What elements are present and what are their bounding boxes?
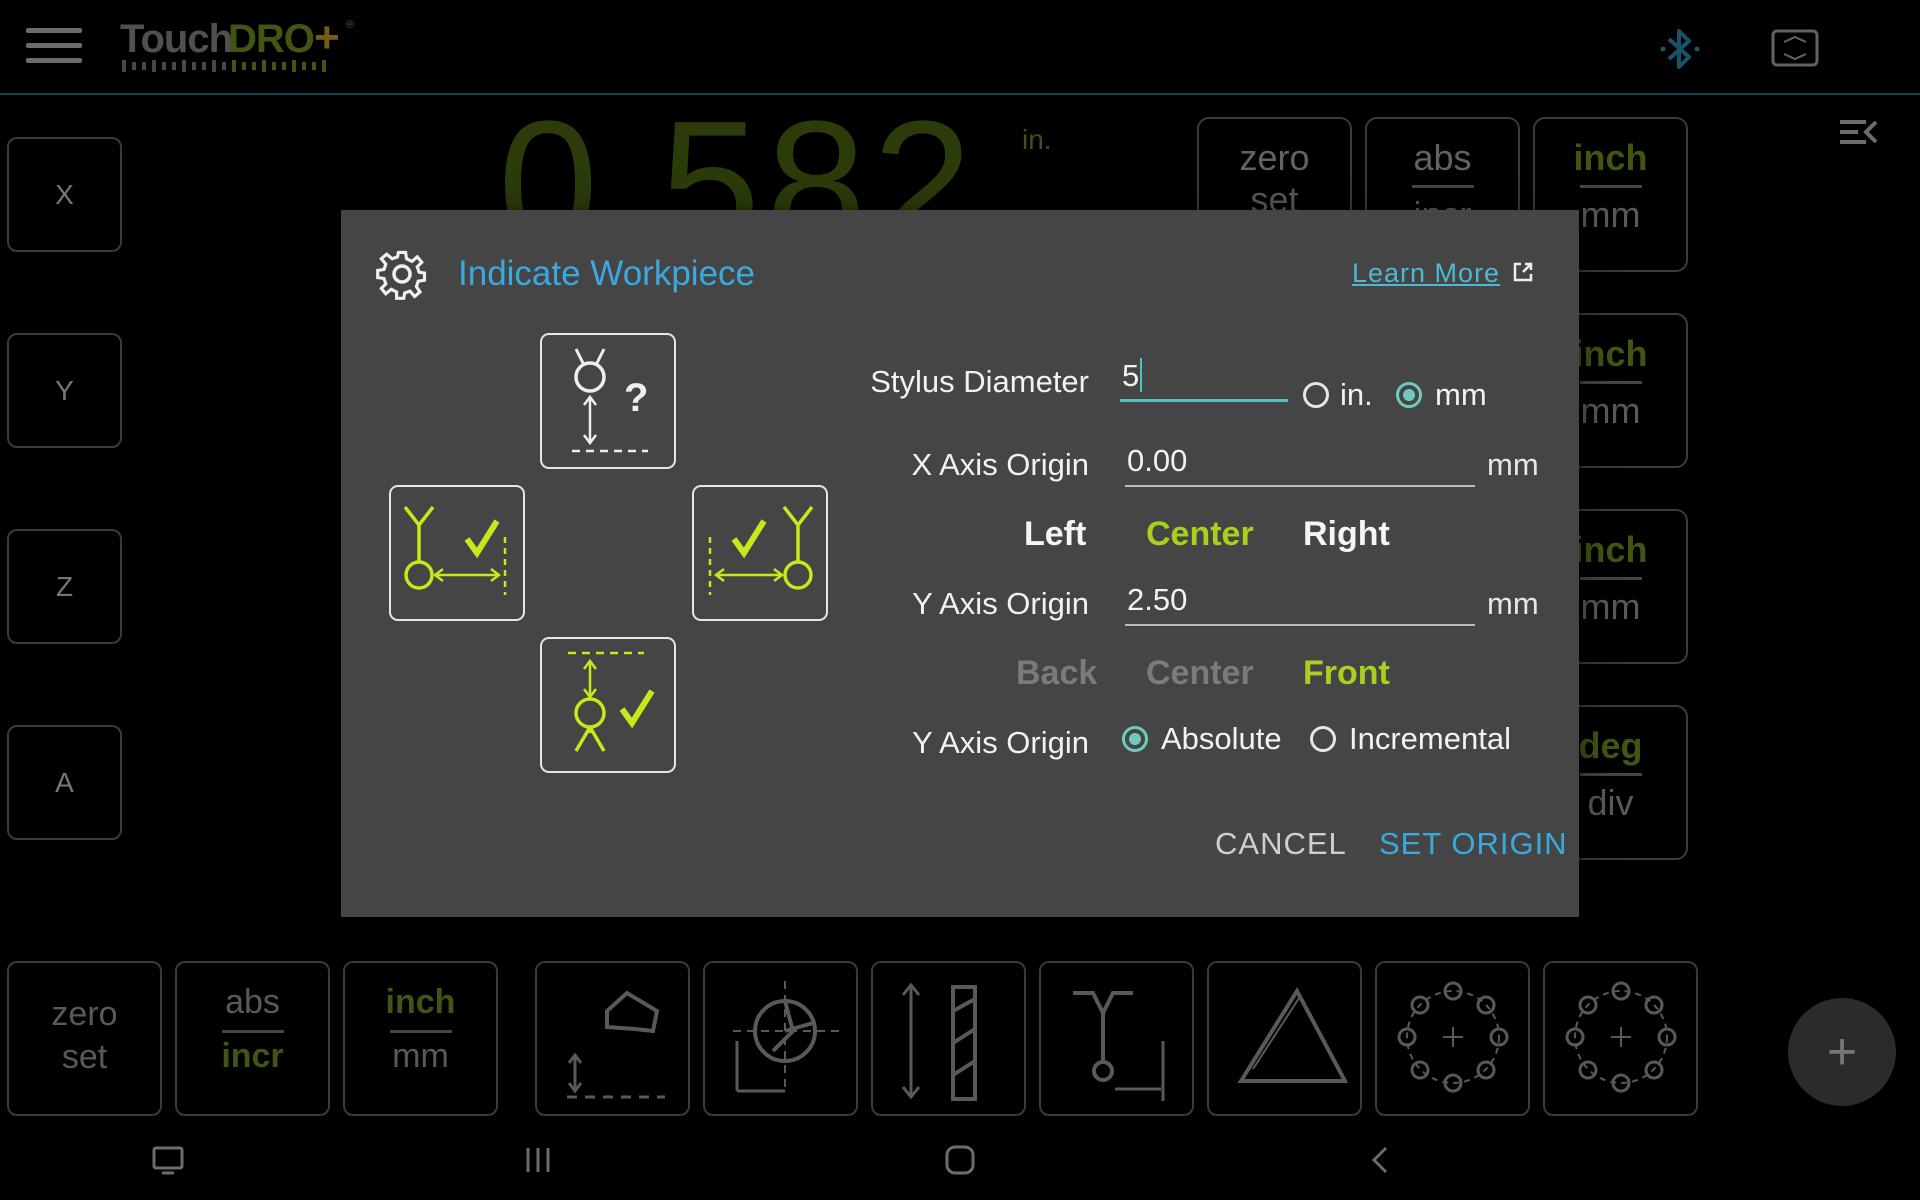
y-center-option[interactable]: Center	[1146, 654, 1254, 693]
y-axis-origin-value: 2.50	[1127, 582, 1188, 617]
text-caret	[1140, 358, 1143, 392]
x-axis-unit: mm	[1487, 447, 1539, 482]
indicate-workpiece-dialog: Indicate Workpiece Learn More ? Stylus D…	[341, 210, 1579, 917]
x-right-option[interactable]: Right	[1303, 515, 1390, 554]
probe-back-unknown-icon: ?	[572, 348, 648, 453]
stylus-diameter-input[interactable]: 5	[1120, 358, 1288, 402]
external-link-icon[interactable]	[1511, 260, 1535, 284]
absolute-radio[interactable]	[1122, 726, 1148, 752]
set-origin-button[interactable]: SET ORIGIN	[1379, 826, 1568, 862]
x-axis-origin-label: X Axis Origin	[911, 447, 1089, 482]
unit-mm-radio[interactable]	[1396, 382, 1422, 408]
stylus-diameter-value: 5	[1122, 358, 1140, 393]
stylus-diameter-label: Stylus Diameter	[870, 364, 1089, 399]
absolute-label: Absolute	[1161, 721, 1282, 756]
probe-back-button[interactable]: ?	[540, 333, 676, 469]
unit-in-label: in.	[1340, 377, 1373, 412]
x-center-option[interactable]: Center	[1146, 515, 1254, 554]
y-axis-unit: mm	[1487, 586, 1539, 621]
unit-in-radio[interactable]	[1303, 382, 1329, 408]
y-front-option[interactable]: Front	[1303, 654, 1390, 693]
settings-gear-icon	[376, 250, 427, 300]
x-axis-origin-value: 0.00	[1127, 443, 1188, 478]
probe-front-done-icon	[568, 651, 655, 752]
x-axis-origin-input[interactable]: 0.00	[1125, 443, 1475, 487]
learn-more-link[interactable]: Learn More	[1352, 258, 1500, 289]
unit-mm-label: mm	[1435, 377, 1487, 412]
probe-left-done-icon	[403, 505, 507, 595]
y-axis-origin-input[interactable]: 2.50	[1125, 582, 1475, 626]
y-back-option[interactable]: Back	[1016, 654, 1097, 693]
probe-left-button[interactable]	[389, 485, 525, 621]
incremental-radio[interactable]	[1310, 726, 1336, 752]
svg-text:?: ?	[624, 376, 648, 420]
y-axis-origin-label: Y Axis Origin	[912, 586, 1089, 621]
cancel-button[interactable]: CANCEL	[1215, 826, 1347, 862]
y-axis-mode-label: Y Axis Origin	[912, 725, 1089, 760]
x-left-option[interactable]: Left	[1024, 515, 1086, 554]
incremental-label: Incremental	[1349, 721, 1511, 756]
probe-front-button[interactable]	[540, 637, 676, 773]
dialog-title: Indicate Workpiece	[458, 254, 756, 293]
